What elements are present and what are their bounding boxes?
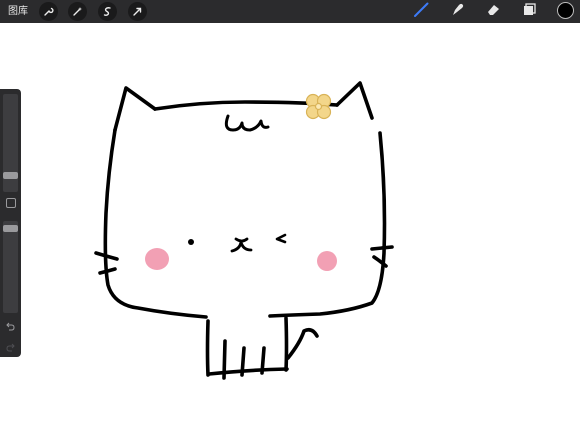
color-picker-swatch[interactable] — [557, 2, 574, 19]
leg-right — [284, 316, 289, 372]
adjustments-button[interactable] — [68, 2, 87, 21]
brush-icon — [413, 1, 430, 22]
smudge-icon — [450, 2, 465, 21]
winking-eye — [275, 233, 287, 244]
eraser-icon — [486, 2, 501, 21]
drawing-canvas[interactable] — [0, 23, 580, 435]
top-toolbar: 图库 — [0, 0, 580, 23]
forehead-mark — [224, 114, 270, 132]
selection-button[interactable] — [98, 2, 117, 21]
left-cheek — [145, 248, 169, 270]
wrench-icon — [43, 6, 54, 17]
right-ear — [335, 81, 374, 120]
left-eye — [188, 239, 194, 245]
leg-left — [205, 319, 210, 377]
brush-button[interactable] — [412, 2, 431, 21]
left-whisker-2 — [98, 267, 117, 275]
eraser-button[interactable] — [484, 2, 503, 21]
magic-wand-icon — [72, 6, 83, 17]
left-ear — [113, 86, 157, 132]
head-left-side — [103, 128, 208, 319]
selection-icon — [102, 6, 113, 17]
feet-line — [207, 367, 289, 376]
gallery-button[interactable]: 图库 — [8, 3, 28, 20]
right-whisker-1 — [370, 245, 394, 251]
bow-accessory — [305, 93, 332, 120]
cat-drawing — [94, 81, 394, 380]
procreate-app: 图库 — [0, 0, 580, 435]
transform-arrow-icon — [132, 6, 143, 17]
smudge-button[interactable] — [448, 2, 467, 21]
actions-button[interactable] — [39, 2, 58, 21]
mouth — [230, 237, 253, 253]
tail — [286, 328, 319, 360]
layers-icon — [522, 2, 537, 21]
layers-button[interactable] — [520, 2, 539, 21]
head-right-side — [268, 131, 387, 318]
transform-button[interactable] — [128, 2, 147, 21]
right-cheek — [317, 251, 337, 271]
